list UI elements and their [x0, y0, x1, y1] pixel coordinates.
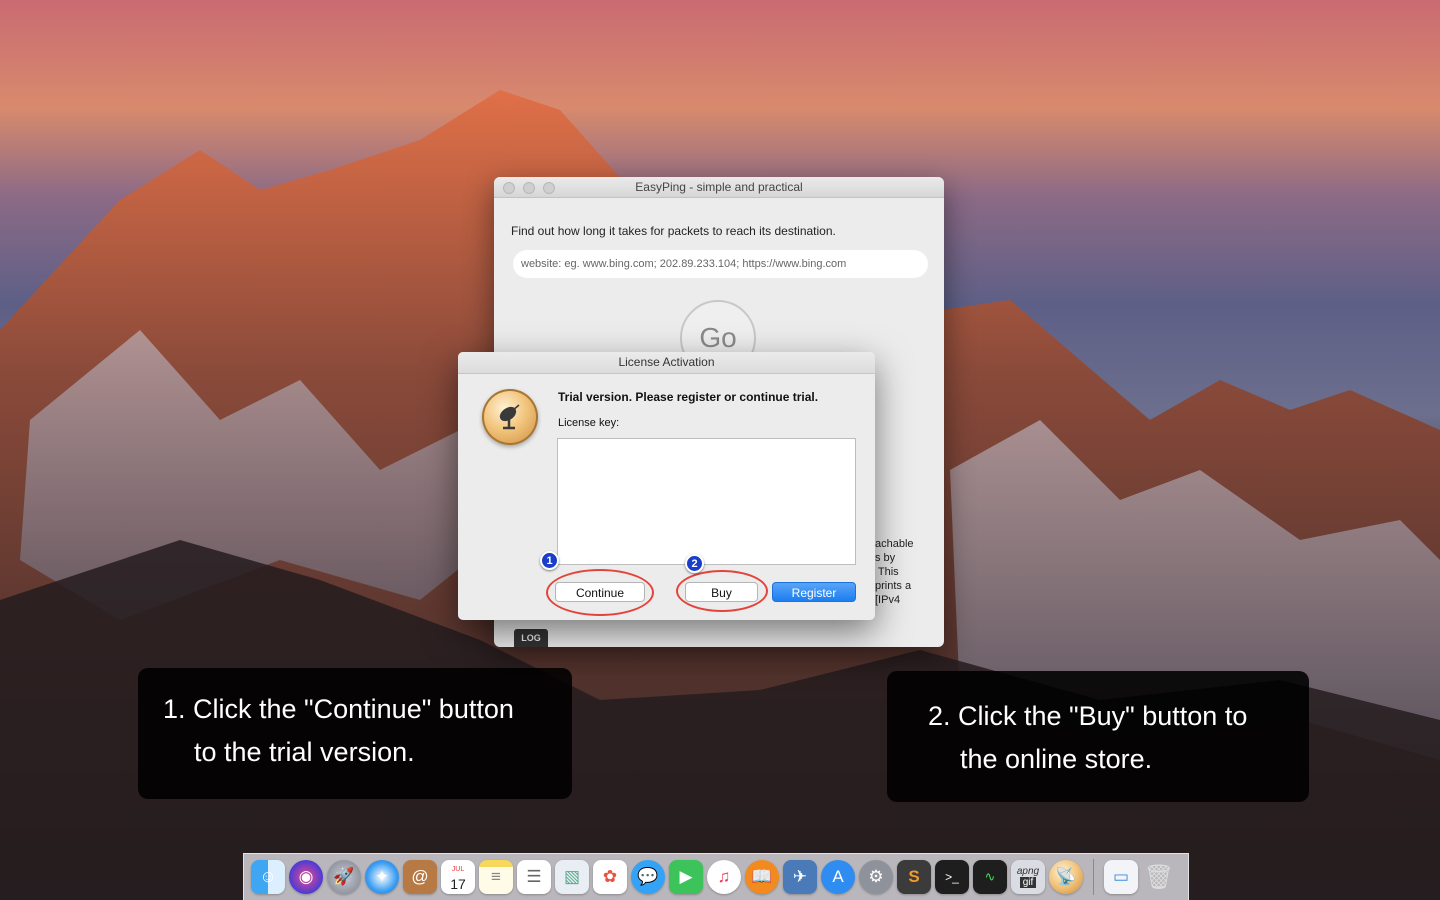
callout-buy: 2. Click the "Buy" button to the online …: [887, 671, 1309, 802]
siri-icon[interactable]: ◉: [289, 860, 323, 894]
step-2-badge: 2: [685, 554, 704, 573]
callout-continue: 1. Click the "Continue" button to the tr…: [138, 668, 572, 799]
license-key-label: License key:: [558, 417, 620, 429]
zoom-window-icon[interactable]: [543, 182, 555, 194]
reminders-icon[interactable]: ☰: [517, 860, 551, 894]
step-1-badge: 1: [540, 551, 559, 570]
contacts-icon[interactable]: @: [403, 860, 437, 894]
minimize-window-icon[interactable]: [523, 182, 535, 194]
activity-monitor-icon[interactable]: ∿: [973, 860, 1007, 894]
apng-label: apng: [1016, 866, 1040, 877]
downloads-stack-icon[interactable]: ▭: [1104, 860, 1138, 894]
callout-buy-line2: the online store.: [960, 744, 1153, 774]
close-window-icon[interactable]: [503, 182, 515, 194]
finder-icon[interactable]: ☺: [251, 860, 285, 894]
launchpad-icon[interactable]: 🚀: [327, 860, 361, 894]
preview-photo-icon[interactable]: ✈: [783, 860, 817, 894]
calendar-icon[interactable]: JUL 17: [441, 860, 475, 894]
app-description: Find out how long it takes for packets t…: [511, 224, 836, 238]
callout-continue-line1: 1. Click the "Continue" button: [163, 694, 514, 724]
notes-icon[interactable]: ≡: [479, 860, 513, 894]
terminal-icon[interactable]: >_: [935, 860, 969, 894]
window-titlebar[interactable]: EasyPing - simple and practical: [494, 177, 944, 198]
easyping-dock-icon[interactable]: 📡: [1049, 860, 1083, 894]
gif-label: gif: [1019, 877, 1037, 888]
dialog-heading: Trial version. Please register or contin…: [558, 390, 819, 404]
window-title: EasyPing - simple and practical: [635, 180, 803, 194]
sublime-icon[interactable]: S: [897, 860, 931, 894]
apng-gif-icon[interactable]: apng gif: [1011, 860, 1045, 894]
log-tab[interactable]: LOG: [514, 629, 548, 647]
easyping-app-icon: [482, 389, 538, 445]
background-info-text: achable s by This prints a [IPv4: [875, 538, 914, 606]
license-activation-dialog: License Activation Trial version. Please…: [458, 352, 875, 620]
safari-icon[interactable]: ✦: [365, 860, 399, 894]
preview-icon[interactable]: ▧: [555, 860, 589, 894]
calendar-day: 17: [450, 876, 466, 892]
url-input[interactable]: [513, 250, 928, 278]
dock-separator: [1093, 859, 1094, 895]
system-preferences-icon[interactable]: ⚙: [859, 860, 893, 894]
ibooks-icon[interactable]: 📖: [745, 860, 779, 894]
facetime-icon[interactable]: ▶: [669, 860, 703, 894]
buy-highlight-ring: [676, 570, 768, 612]
itunes-icon[interactable]: ♫: [707, 860, 741, 894]
calendar-month: JUL: [451, 866, 465, 873]
register-button[interactable]: Register: [772, 582, 856, 602]
callout-continue-line2: to the trial version.: [194, 737, 415, 767]
dock: ☺ ◉ 🚀 ✦ @ JUL 17 ≡ ☰ ▧ ✿ 💬 ▶ ♫ 📖 ✈ A ⚙ S…: [243, 853, 1189, 900]
photos-icon[interactable]: ✿: [593, 860, 627, 894]
license-key-field[interactable]: [557, 438, 856, 565]
messages-icon[interactable]: 💬: [631, 860, 665, 894]
window-controls: [503, 182, 555, 194]
dialog-title: License Activation: [458, 352, 875, 374]
callout-buy-line1: 2. Click the "Buy" button to: [928, 701, 1248, 731]
app-store-icon[interactable]: A: [821, 860, 855, 894]
satellite-dish-icon: [499, 404, 520, 430]
continue-highlight-ring: [546, 569, 654, 616]
trash-icon[interactable]: 🗑: [1142, 860, 1176, 894]
